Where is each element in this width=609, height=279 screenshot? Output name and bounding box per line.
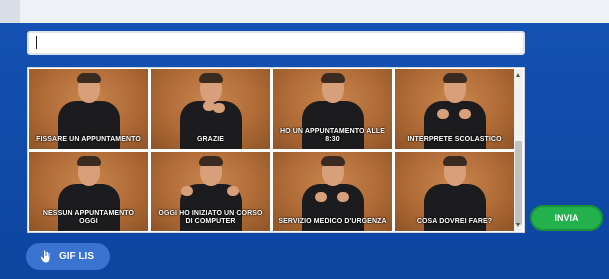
signer-hand (213, 103, 225, 113)
send-button[interactable]: INVIA (530, 205, 603, 231)
sign-video-tile[interactable]: GRAZIE (151, 69, 270, 149)
sign-video-tile[interactable]: FISSARE UN APPUNTAMENTO (29, 69, 148, 149)
sign-caption: NESSUN APPUNTAMENTO OGGI (42, 210, 135, 225)
hand-icon (40, 250, 50, 263)
signer-hair (198, 73, 223, 83)
signer-hair (76, 155, 101, 166)
sign-caption: HO UN APPUNTAMENTO ALLE 8:30 (280, 127, 385, 143)
sign-suggestions-panel: FISSARE UN APPUNTAMENTO GRAZIE HO UN APPUN… (27, 67, 525, 233)
signer-hand (437, 109, 449, 119)
gif-lis-label: GIF LIS (59, 251, 94, 262)
signer-hand (459, 109, 471, 119)
text-caret (36, 36, 37, 49)
signer-hair (320, 73, 345, 83)
top-bar (0, 0, 609, 23)
signer-hair (320, 155, 345, 166)
signer-hand (181, 185, 193, 196)
scroll-down-arrow-icon[interactable] (516, 223, 520, 227)
signer-hair (442, 155, 467, 166)
signer-hand (227, 185, 239, 196)
sign-video-tile[interactable]: HO UN APPUNTAMENTO ALLE 8:30 (273, 69, 392, 149)
signer-hair (76, 73, 101, 83)
sign-caption: OGGI HO INIZIATO UN CORSO DI COMPUTER (158, 210, 263, 225)
sign-video-tile[interactable]: COSA DOVREI FARE? (395, 151, 514, 231)
signer-hair (198, 155, 223, 166)
scrollbar[interactable] (514, 69, 523, 231)
sign-video-tile[interactable]: SERVIZIO MEDICO D'URGENZA (273, 151, 392, 231)
signer-hand (315, 191, 327, 202)
sign-video-tile[interactable]: INTERPRETE SCOLASTICO (395, 69, 514, 149)
sign-video-tile[interactable]: NESSUN APPUNTAMENTO OGGI (29, 151, 148, 231)
gif-lis-button[interactable]: GIF LIS (26, 243, 110, 270)
sign-caption: SERVIZIO MEDICO D'URGENZA (278, 218, 387, 225)
sign-suggestions-grid: FISSARE UN APPUNTAMENTO GRAZIE HO UN APPUN… (29, 69, 514, 231)
message-input[interactable] (27, 31, 525, 55)
sign-caption: COSA DOVREI FARE? (416, 218, 493, 225)
sign-caption: GRAZIE (196, 135, 225, 143)
scroll-up-arrow-icon[interactable] (516, 73, 520, 77)
sign-caption: FISSARE UN APPUNTAMENTO (36, 135, 141, 143)
sign-video-tile[interactable]: OGGI HO INIZIATO UN CORSO DI COMPUTER (151, 151, 270, 231)
scrollbar-thumb[interactable] (515, 141, 522, 225)
signer-hand (337, 191, 349, 202)
sign-caption: INTERPRETE SCOLASTICO (407, 135, 502, 143)
signer-hair (442, 73, 467, 83)
